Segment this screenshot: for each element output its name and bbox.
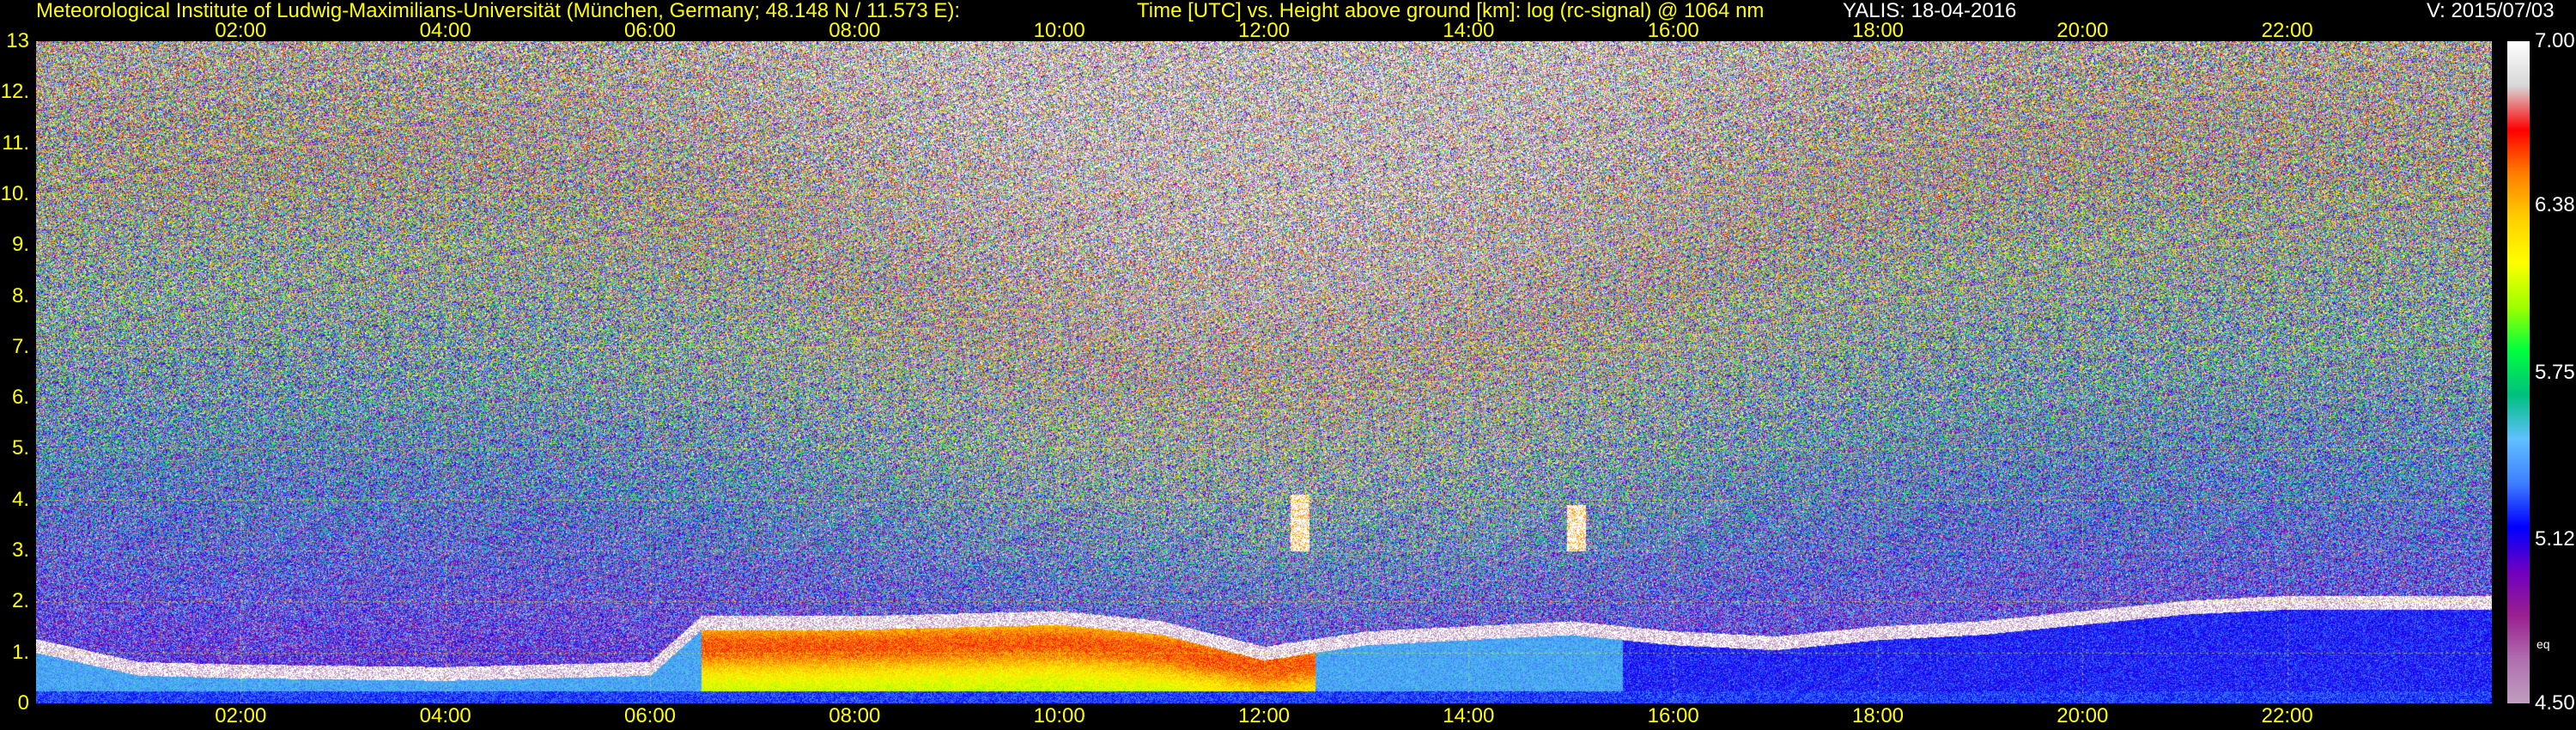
- x-tick-top: 16:00: [1647, 19, 1699, 42]
- y-tick: 5.: [11, 436, 29, 460]
- y-tick: 12.: [0, 80, 29, 104]
- x-tick-bottom: 20:00: [2057, 704, 2109, 727]
- colorbar-tick: 7.00: [2535, 29, 2575, 52]
- colorbar-tick: 4.50: [2535, 691, 2575, 715]
- header-institute: Meteorological Institute of Ludwig-Maxim…: [36, 0, 961, 22]
- x-tick-bottom: 18:00: [1851, 704, 1905, 727]
- x-tick-top: 02:00: [215, 19, 267, 42]
- lidar-heatmap: [36, 41, 2492, 703]
- x-tick-bottom: 14:00: [1443, 704, 1495, 727]
- x-tick-top: 10:00: [1033, 19, 1085, 42]
- x-tick-bottom: 02:00: [215, 704, 267, 727]
- x-tick-bottom: 16:00: [1647, 704, 1699, 727]
- colorbar: [2507, 41, 2530, 703]
- y-tick: 7.: [11, 334, 29, 358]
- x-tick-top: 18:00: [1851, 19, 1905, 42]
- y-tick: 6.: [11, 386, 29, 410]
- x-tick-top: 04:00: [419, 19, 471, 42]
- x-tick-bottom: 22:00: [2261, 704, 2313, 727]
- y-tick: 11.: [2, 131, 29, 155]
- x-tick-top: 22:00: [2261, 19, 2313, 42]
- y-tick: 0: [17, 691, 29, 715]
- y-tick: 3.: [11, 538, 29, 563]
- x-tick-top: 12:00: [1237, 19, 1291, 42]
- header-version: V: 2015/07/03: [2427, 0, 2555, 22]
- colorbar-unit-label: eq: [2537, 637, 2550, 651]
- y-tick: 1.: [11, 640, 29, 664]
- x-tick-top: 20:00: [2057, 19, 2109, 42]
- y-tick: 10.: [0, 181, 29, 205]
- x-tick-bottom: 08:00: [829, 704, 881, 727]
- x-tick-top: 08:00: [829, 19, 881, 42]
- x-tick-top: 06:00: [623, 19, 677, 42]
- colorbar-tick: 5.12: [2535, 526, 2575, 551]
- colorbar-tick: 5.75: [2535, 360, 2575, 384]
- y-tick: 8.: [11, 283, 29, 307]
- y-tick: 4.: [11, 487, 29, 511]
- y-tick: 2.: [11, 589, 29, 613]
- y-tick: 9.: [11, 233, 29, 257]
- colorbar-tick: 6.38: [2535, 193, 2575, 217]
- x-tick-bottom: 12:00: [1237, 704, 1291, 727]
- x-tick-bottom: 10:00: [1033, 704, 1085, 727]
- x-tick-top: 14:00: [1443, 19, 1495, 42]
- y-tick: 13: [6, 29, 29, 52]
- x-tick-bottom: 04:00: [419, 704, 471, 727]
- x-tick-bottom: 06:00: [623, 704, 677, 727]
